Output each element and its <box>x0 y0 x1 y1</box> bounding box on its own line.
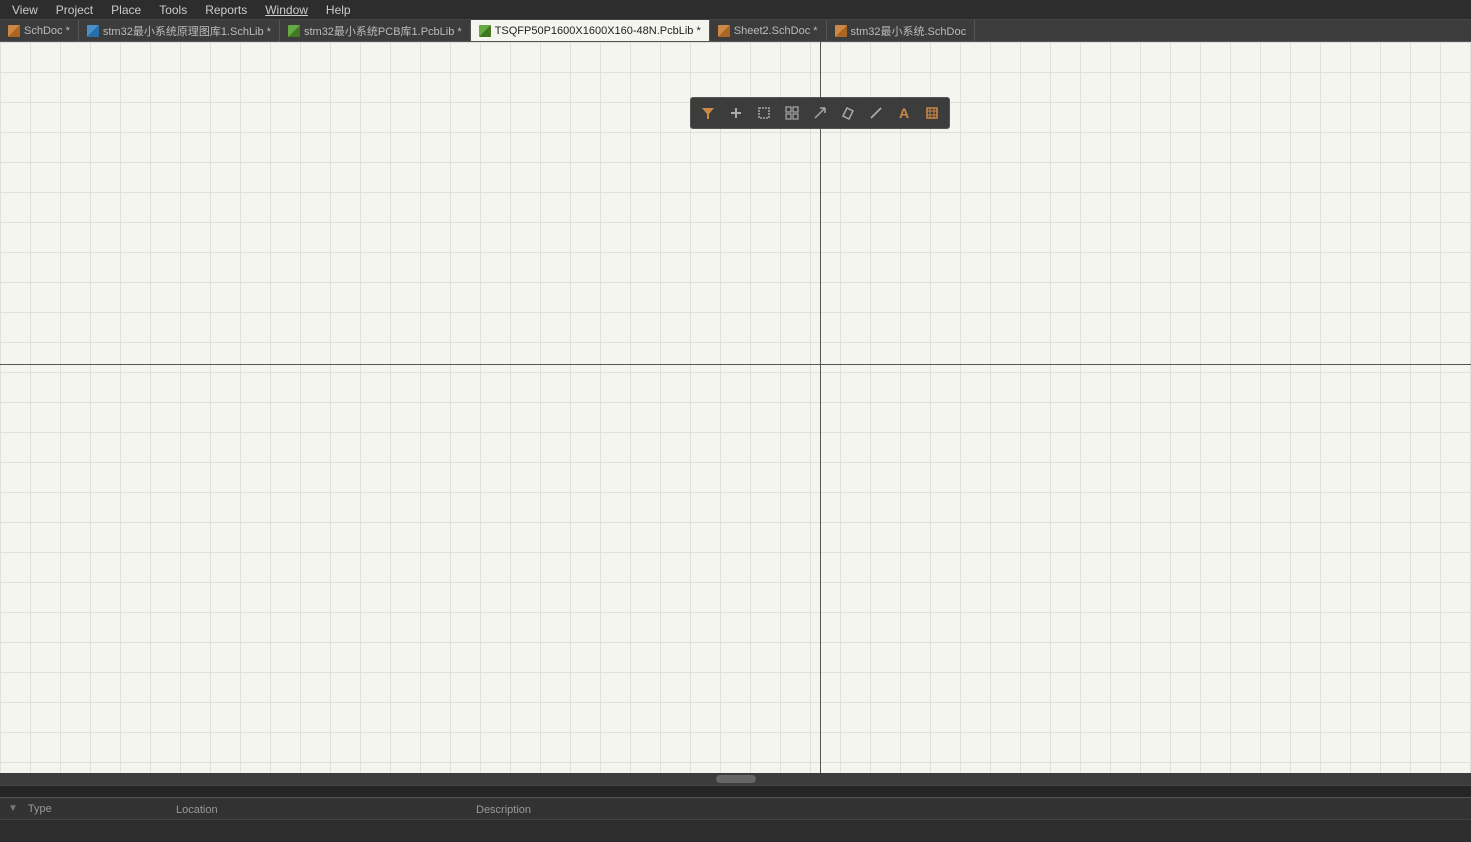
grid-button[interactable] <box>779 100 805 126</box>
col-type-header[interactable]: ▼ Type <box>8 803 168 815</box>
menu-view[interactable]: View <box>4 1 46 19</box>
tab-pcblib1[interactable]: stm32最小系统PCB库1.PcbLib * <box>280 20 471 41</box>
tab-schdoc-prev[interactable]: SchDoc * <box>0 20 79 41</box>
menu-place[interactable]: Place <box>103 1 149 19</box>
line-button[interactable] <box>863 100 889 126</box>
menu-help[interactable]: Help <box>318 1 359 19</box>
col-description-header[interactable]: Description <box>468 802 539 816</box>
text-icon: A <box>899 106 909 120</box>
col-description-label: Description <box>468 804 539 816</box>
snap-button[interactable] <box>807 100 833 126</box>
pcblib-icon <box>288 25 300 37</box>
column-headers: ▼ Type Location Description <box>0 797 1471 819</box>
schlib-icon <box>87 25 99 37</box>
component-button[interactable] <box>919 100 945 126</box>
tab-label: SchDoc * <box>24 25 70 37</box>
text-button[interactable]: A <box>891 100 917 126</box>
data-rows-area <box>0 819 1471 842</box>
menu-project[interactable]: Project <box>48 1 101 19</box>
tab-label: Sheet2.SchDoc * <box>734 25 818 37</box>
eraser-icon <box>841 106 855 120</box>
snap-icon <box>813 106 827 120</box>
pcblib-icon-active <box>479 25 491 37</box>
main-container: View Project Place Tools Reports Window … <box>0 0 1471 842</box>
tab-label: stm32最小系统PCB库1.PcbLib * <box>304 23 462 39</box>
rect-select-button[interactable] <box>751 100 777 126</box>
menu-tools[interactable]: Tools <box>151 1 195 19</box>
tab-bar: SchDoc * stm32最小系统原理图库1.SchLib * stm32最小… <box>0 20 1471 42</box>
rect-select-icon <box>757 106 771 120</box>
schdoc-icon <box>8 25 20 37</box>
col-type-label: Type <box>20 803 60 815</box>
col-location-label: Location <box>168 804 226 816</box>
crosshair-horizontal <box>0 364 1471 365</box>
add-button[interactable] <box>723 100 749 126</box>
tab-label: stm32最小系统原理图库1.SchLib * <box>103 23 271 39</box>
floating-toolbar: A <box>690 97 950 129</box>
sheet2-icon <box>718 25 730 37</box>
component-icon <box>925 106 939 120</box>
tab-schlib1[interactable]: stm32最小系统原理图库1.SchLib * <box>79 20 280 41</box>
horizontal-scrollbar[interactable] <box>0 773 1471 785</box>
tab-schdoc-main[interactable]: stm32最小系统.SchDoc <box>827 20 976 41</box>
menu-reports[interactable]: Reports <box>197 1 255 19</box>
tab-label-active: TSQFP50P1600X1600X160-48N.PcbLib * <box>495 25 701 37</box>
hscroll-thumb[interactable] <box>716 775 756 783</box>
menu-bar: View Project Place Tools Reports Window … <box>0 0 1471 20</box>
schdoc-main-icon <box>835 25 847 37</box>
add-icon <box>729 106 743 120</box>
menu-window[interactable]: Window <box>257 1 316 19</box>
grid-canvas <box>0 42 1471 785</box>
canvas-wrapper: A <box>0 42 1471 842</box>
filter-icon <box>701 106 715 120</box>
crosshair-vertical <box>820 42 821 785</box>
tab-label: stm32最小系统.SchDoc <box>851 23 967 39</box>
status-bar <box>0 785 1471 797</box>
canvas-area[interactable] <box>0 42 1471 785</box>
eraser-button[interactable] <box>835 100 861 126</box>
grid-icon <box>785 106 799 120</box>
tab-pcbdoc[interactable]: TSQFP50P1600X1600X160-48N.PcbLib * <box>471 20 710 41</box>
col-location-header[interactable]: Location <box>168 802 468 816</box>
sort-indicator-icon: ▼ <box>8 803 18 814</box>
line-icon <box>869 106 883 120</box>
filter-button[interactable] <box>695 100 721 126</box>
tab-sheet2[interactable]: Sheet2.SchDoc * <box>710 20 827 41</box>
bottom-panel: ▼ Type Location Description <box>0 785 1471 842</box>
